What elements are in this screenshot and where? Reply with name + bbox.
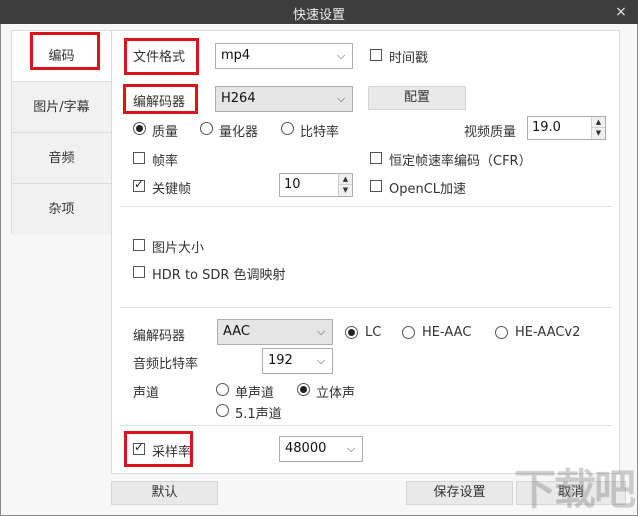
hdr-label: HDR to SDR 色调映射 — [152, 268, 286, 283]
video-encoder-value: H264 — [221, 91, 256, 106]
channel-stereo-label: 立体声 — [316, 386, 356, 401]
channel-mono-radio[interactable] — [216, 383, 229, 396]
timestamp-label: 时间戳 — [389, 51, 429, 66]
keyframe-value: 10 — [284, 177, 301, 192]
framerate-label: 帧率 — [152, 154, 179, 169]
arrow-down-icon[interactable]: ▼ — [339, 185, 352, 196]
audio-bitrate-label: 音频比特率 — [133, 357, 199, 372]
highlight-box-encoding — [30, 32, 100, 70]
format-value: mp4 — [221, 48, 251, 63]
profile-heaac-radio[interactable] — [402, 326, 415, 339]
format-select[interactable]: mp4 ⌵ — [215, 43, 353, 69]
sidebar-item-audio[interactable]: 音频 — [12, 133, 111, 184]
watermark-text: 下载吧 — [514, 465, 636, 514]
video-quality-value: 19.0 — [532, 120, 561, 135]
arrow-up-icon[interactable]: ▲ — [339, 174, 352, 185]
close-icon[interactable]: × — [612, 2, 630, 22]
video-quality-stepper[interactable]: 19.0 ▲ ▼ — [527, 116, 606, 140]
sidebar-item-misc[interactable]: 杂项 — [12, 184, 111, 235]
watermark: 下载吧 — [500, 452, 638, 516]
cfr-label: 恒定帧速率编码（CFR） — [389, 154, 532, 169]
mode-quality-label: 质量 — [152, 125, 179, 140]
highlight-box-encoder — [123, 84, 198, 114]
arrow-up-icon[interactable]: ▲ — [592, 117, 605, 128]
chevron-down-icon: ⌵ — [336, 49, 346, 62]
keyframe-stepper[interactable]: 10 ▲ ▼ — [279, 173, 353, 197]
highlight-box-format — [124, 38, 199, 75]
mode-quantizer-radio[interactable] — [200, 122, 213, 135]
channel-stereo-radio[interactable] — [297, 383, 310, 396]
channel-51-label: 5.1声道 — [235, 407, 282, 422]
audio-encoder-value: AAC — [223, 324, 250, 339]
profile-heaacv2-label: HE-AACv2 — [515, 325, 581, 340]
section-divider — [120, 425, 612, 426]
samplerate-value: 48000 — [285, 441, 327, 456]
highlight-box-samplerate — [124, 431, 193, 467]
channel-51-radio[interactable] — [216, 404, 229, 417]
mode-quality-radio[interactable] — [133, 122, 146, 135]
video-encoder-select[interactable]: H264 ⌵ — [215, 86, 353, 112]
section-divider — [120, 307, 612, 308]
title-bar: 快速设置 × — [0, 0, 638, 24]
audio-encoder-select[interactable]: AAC ⌵ — [217, 319, 333, 345]
profile-heaac-label: HE-AAC — [422, 325, 472, 340]
profile-heaacv2-radio[interactable] — [495, 326, 508, 339]
section-divider — [120, 206, 612, 207]
sidebar-item-picture-subtitle[interactable]: 图片/字幕 — [12, 82, 111, 133]
keyframe-label: 关键帧 — [152, 182, 192, 197]
profile-lc-radio[interactable] — [345, 326, 358, 339]
chevron-down-icon: ⌵ — [316, 325, 326, 338]
mode-bitrate-radio[interactable] — [281, 122, 294, 135]
default-button[interactable]: 默认 — [111, 481, 218, 505]
audio-bitrate-value: 192 — [268, 353, 293, 368]
cfr-checkbox[interactable] — [370, 152, 382, 164]
audio-bitrate-select[interactable]: 192 ⌵ — [262, 348, 333, 374]
picture-size-checkbox[interactable] — [133, 239, 145, 251]
timestamp-checkbox[interactable] — [370, 49, 382, 61]
chevron-down-icon: ⌵ — [316, 354, 326, 367]
opencl-checkbox[interactable] — [370, 180, 382, 192]
config-button[interactable]: 配置 — [368, 86, 466, 110]
framerate-checkbox[interactable] — [133, 152, 145, 164]
opencl-label: OpenCL加速 — [389, 182, 467, 197]
mode-bitrate-label: 比特率 — [300, 125, 340, 140]
audio-encoder-label: 编解码器 — [133, 329, 186, 344]
window-title: 快速设置 — [292, 8, 345, 23]
samplerate-select[interactable]: 48000 ⌵ — [279, 436, 363, 462]
chevron-down-icon: ⌵ — [336, 92, 346, 105]
save-settings-button[interactable]: 保存设置 — [406, 481, 513, 505]
video-quality-label: 视频质量 — [464, 125, 517, 140]
keyframe-checkbox[interactable] — [133, 177, 145, 192]
mode-quantizer-label: 量化器 — [219, 125, 259, 140]
picture-size-label: 图片大小 — [152, 241, 205, 256]
chevron-down-icon: ⌵ — [346, 442, 356, 455]
profile-lc-label: LC — [365, 325, 382, 340]
arrow-down-icon[interactable]: ▼ — [592, 128, 605, 139]
hdr-checkbox[interactable] — [133, 266, 145, 278]
channel-mono-label: 单声道 — [235, 386, 275, 401]
channel-label: 声道 — [133, 386, 160, 401]
